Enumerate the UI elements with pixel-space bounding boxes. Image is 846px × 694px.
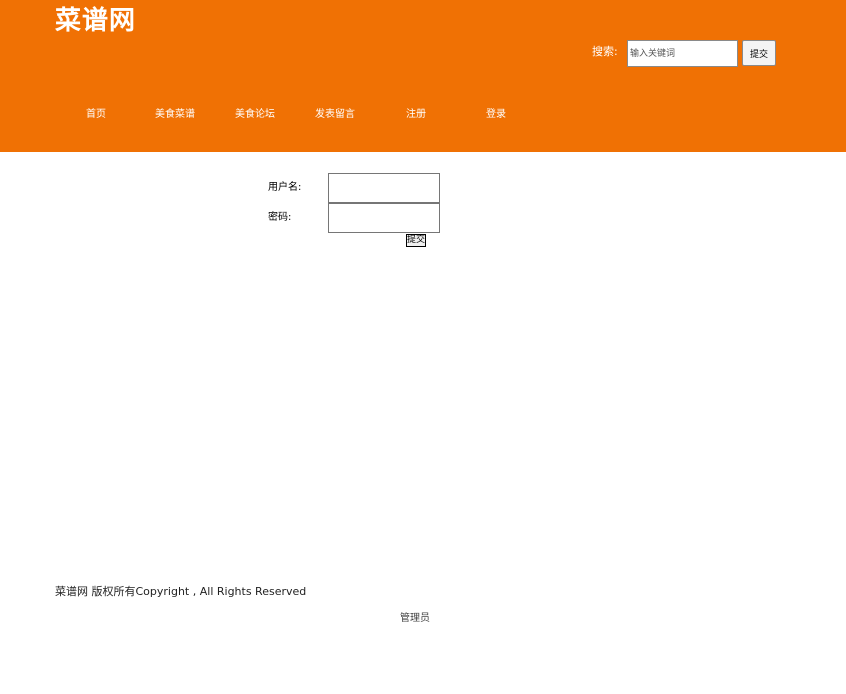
search-label: 搜索: [592, 45, 618, 58]
search-submit-button[interactable]: 提交 [742, 40, 776, 66]
login-submit-button[interactable]: 提交 [406, 234, 426, 247]
username-field[interactable] [328, 173, 440, 203]
nav-item-post-message[interactable]: 发表留言 [315, 108, 355, 122]
password-field[interactable] [328, 203, 440, 233]
nav-item-register[interactable]: 注册 [406, 108, 426, 122]
nav-item-forum[interactable]: 美食论坛 [235, 108, 275, 122]
site-header: 菜谱网 搜索: 提交 首页 美食菜谱 美食论坛 发表留言 注册 登录 [0, 0, 846, 152]
username-label: 用户名: [268, 182, 302, 193]
nav-item-recipes[interactable]: 美食菜谱 [155, 108, 195, 122]
search-input[interactable] [627, 40, 738, 67]
nav-item-login[interactable]: 登录 [486, 108, 506, 122]
site-logo-title: 菜谱网 [55, 6, 137, 36]
nav-item-home[interactable]: 首页 [86, 108, 106, 122]
footer-copyright: 菜谱网 版权所有Copyright , All Rights Reserved [55, 585, 307, 598]
admin-link[interactable]: 管理员 [400, 612, 430, 626]
password-label: 密码: [268, 212, 292, 223]
